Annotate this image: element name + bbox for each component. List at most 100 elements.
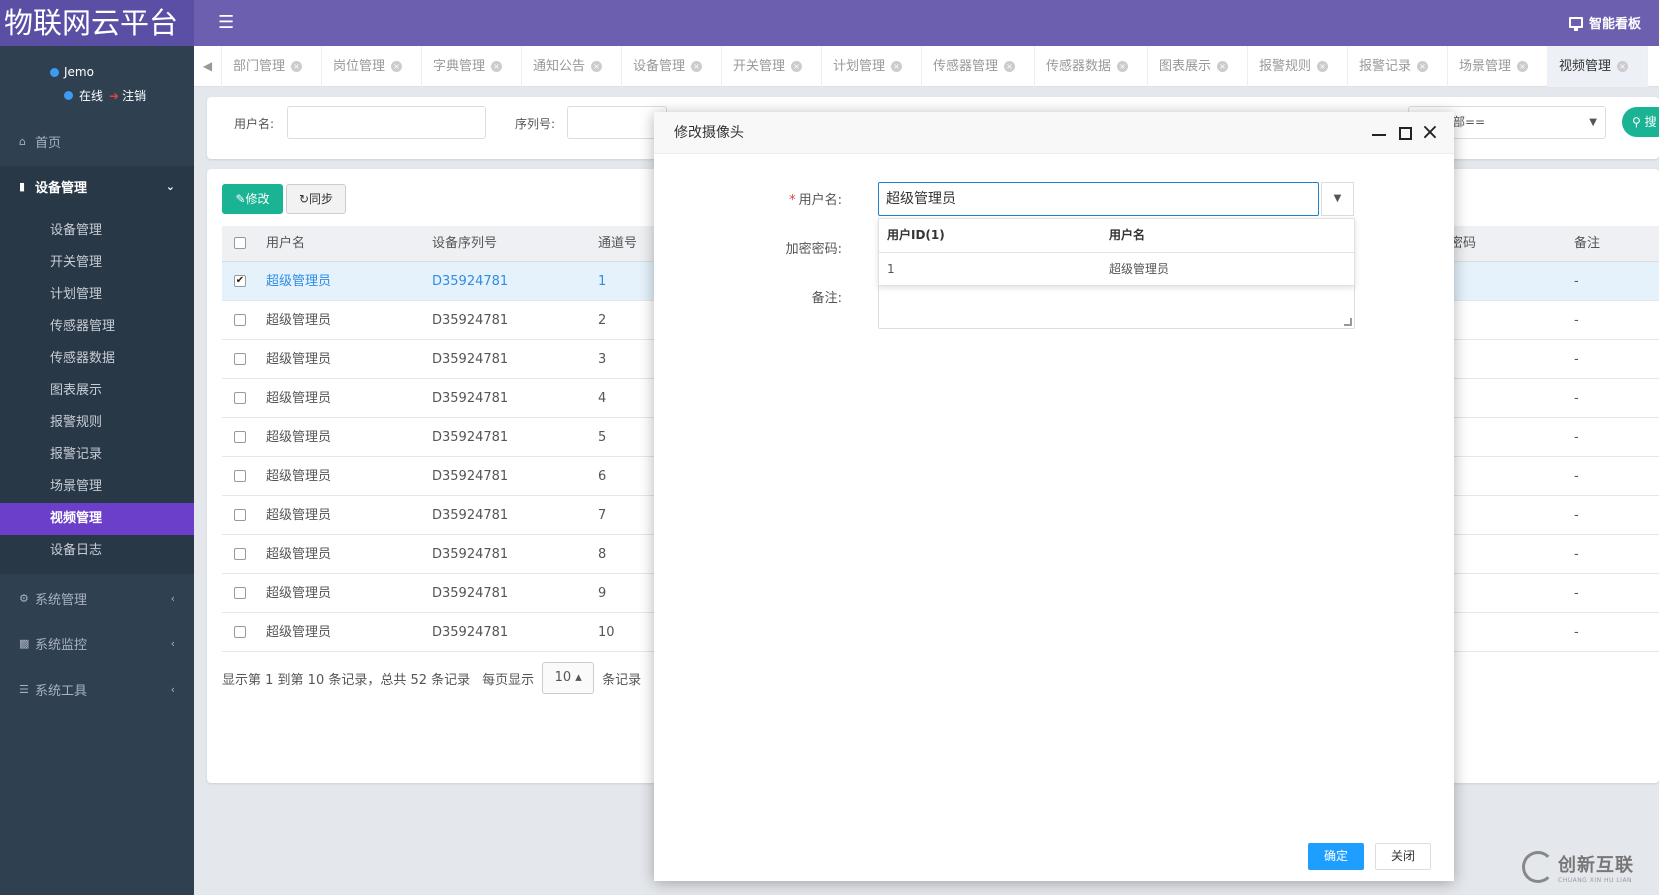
col-remark[interactable]: 备注 <box>1574 226 1600 262</box>
select-all-checkbox[interactable] <box>234 237 246 249</box>
minimize-icon[interactable] <box>1368 112 1390 154</box>
tab-switch[interactable]: 开关管理 × <box>722 46 822 87</box>
close-icon[interactable]: × <box>1419 112 1441 154</box>
monitor-icon <box>1568 17 1583 31</box>
sidebar-item-sensor-data[interactable]: 传感器数据 <box>0 343 194 375</box>
user-status: 在线 ➜ 注销 <box>64 87 146 104</box>
row-checkbox[interactable] <box>234 392 246 404</box>
cell-channel: 1 <box>598 274 607 289</box>
sidebar-item-video[interactable]: 视频管理 <box>0 503 194 535</box>
sidebar-item-chart[interactable]: 图表展示 <box>0 375 194 407</box>
close-icon[interactable]: × <box>1217 61 1229 72</box>
close-icon[interactable]: × <box>691 61 703 72</box>
tab-sensor[interactable]: 传感器管理 × <box>922 46 1035 87</box>
row-checkbox[interactable] <box>234 509 246 521</box>
cell-username: 超级管理员 <box>266 313 332 328</box>
close-icon[interactable]: × <box>591 61 603 72</box>
close-icon[interactable]: × <box>1004 61 1016 72</box>
close-icon[interactable]: × <box>891 61 903 72</box>
tab-dictionary[interactable]: 字典管理 × <box>422 46 522 87</box>
close-button[interactable]: 关闭 <box>1375 843 1431 870</box>
option-id: 1 <box>887 262 895 276</box>
close-icon[interactable]: × <box>1417 61 1429 72</box>
close-icon[interactable]: × <box>491 61 503 72</box>
row-checkbox[interactable]: ✔ <box>234 275 246 287</box>
sidebar-item-scene[interactable]: 场景管理 <box>0 471 194 503</box>
username-search-input[interactable] <box>287 106 486 139</box>
col-username[interactable]: 用户名 <box>266 226 305 262</box>
edit-button[interactable]: ✎修改 <box>222 184 283 214</box>
row-checkbox[interactable] <box>234 431 246 443</box>
cell-remark: - <box>1574 625 1579 640</box>
close-icon[interactable]: × <box>1117 61 1129 72</box>
sidebar-item-sensor[interactable]: 传感器管理 <box>0 311 194 343</box>
username-dropdown-toggle[interactable]: ▼ <box>1321 182 1354 216</box>
cell-serial: D35924781 <box>432 430 509 445</box>
user-name-text: Jemo <box>64 65 94 79</box>
search-button[interactable]: ⚲ 搜 <box>1622 107 1659 137</box>
sidebar-item-alarm-record[interactable]: 报警记录 <box>0 439 194 471</box>
tab-plan[interactable]: 计划管理 × <box>822 46 922 87</box>
cell-username: 超级管理员 <box>266 430 332 445</box>
sidebar-item-switch[interactable]: 开关管理 <box>0 247 194 279</box>
sync-button[interactable]: ↻同步 <box>286 184 346 214</box>
col-serial[interactable]: 设备序列号 <box>432 226 497 262</box>
sidebar-item-device[interactable]: 设备管理 <box>0 215 194 247</box>
remark-textarea[interactable] <box>878 284 1355 329</box>
watermark-en: CHUANG XIN HU LIAN <box>1558 876 1633 884</box>
menu-toggle-icon[interactable]: ☰ <box>218 12 234 34</box>
tab-alarm-rule[interactable]: 报警规则 × <box>1248 46 1348 87</box>
dashboard-link[interactable]: 智能看板 <box>1568 13 1641 32</box>
tab-device[interactable]: 设备管理 × <box>622 46 722 87</box>
sidebar-item-device-log[interactable]: 设备日志 <box>0 535 194 567</box>
tab-department[interactable]: 部门管理 × <box>222 46 322 87</box>
nav-device-management[interactable]: ▮ 设备管理 ⌄ <box>0 166 194 206</box>
close-icon[interactable]: × <box>791 61 803 72</box>
tab-label: 计划管理 <box>833 59 886 74</box>
tab-sensor-data[interactable]: 传感器数据 × <box>1035 46 1148 87</box>
required-marker: * <box>789 193 796 208</box>
col-channel[interactable]: 通道号 <box>598 226 637 262</box>
watermark-logo: 创新互联 CHUANG XIN HU LIAN <box>1522 848 1652 886</box>
row-checkbox[interactable] <box>234 548 246 560</box>
username-field[interactable]: 超级管理员 <box>878 182 1319 216</box>
row-checkbox[interactable] <box>234 587 246 599</box>
sidebar-item-alarm-rule[interactable]: 报警规则 <box>0 407 194 439</box>
nav-system-tools[interactable]: ☰ 系统工具 ‹ <box>0 669 194 709</box>
cell-username: 超级管理员 <box>266 274 332 289</box>
close-icon[interactable]: × <box>1617 61 1629 72</box>
confirm-button[interactable]: 确定 <box>1308 843 1364 870</box>
watermark-text: 创新互联 CHUANG XIN HU LIAN <box>1558 851 1634 884</box>
row-checkbox[interactable] <box>234 353 246 365</box>
close-icon[interactable]: × <box>391 61 403 72</box>
tab-notice[interactable]: 通知公告 × <box>522 46 622 87</box>
nav-monitor-label: 系统监控 <box>35 637 88 653</box>
row-checkbox[interactable] <box>234 470 246 482</box>
tab-video[interactable]: 视频管理 × <box>1548 46 1648 87</box>
tab-chart[interactable]: 图表展示 × <box>1148 46 1248 87</box>
tab-position[interactable]: 岗位管理 × <box>322 46 422 87</box>
tab-scene[interactable]: 场景管理 × <box>1448 46 1548 87</box>
nav-system-monitor[interactable]: ▩ 系统监控 ‹ <box>0 623 194 663</box>
resize-handle-icon[interactable] <box>1344 318 1352 326</box>
cell-remark: - <box>1574 391 1579 406</box>
search-button-label: 搜 <box>1644 115 1657 129</box>
row-checkbox[interactable] <box>234 314 246 326</box>
tab-alarm-record[interactable]: 报警记录 × <box>1348 46 1448 87</box>
cell-serial: D35924781 <box>432 508 509 523</box>
dropdown-option[interactable]: 1 超级管理员 <box>879 253 1356 286</box>
page-size-select[interactable]: 10 ▴ <box>542 662 595 694</box>
close-icon[interactable]: × <box>1517 61 1529 72</box>
nav-system-management[interactable]: ⚙ 系统管理 ‹ <box>0 578 194 618</box>
maximize-icon[interactable] <box>1394 112 1416 154</box>
nav-home[interactable]: ⌂ 首页 <box>0 121 194 161</box>
logout-link[interactable]: ➜ 注销 <box>109 87 146 104</box>
tab-prev-icon[interactable]: ◀ <box>194 46 222 87</box>
close-icon[interactable]: × <box>1317 61 1329 72</box>
close-icon[interactable]: × <box>291 61 303 72</box>
sidebar-item-plan[interactable]: 计划管理 <box>0 279 194 311</box>
row-checkbox[interactable] <box>234 626 246 638</box>
cell-serial: D35924781 <box>432 313 509 328</box>
tab-bar: ◀ 部门管理 × 岗位管理 × 字典管理 × 通知公告 × 设备管理 × 开关管理 × 计划… <box>194 46 1659 87</box>
serial-search-input[interactable] <box>567 106 667 139</box>
